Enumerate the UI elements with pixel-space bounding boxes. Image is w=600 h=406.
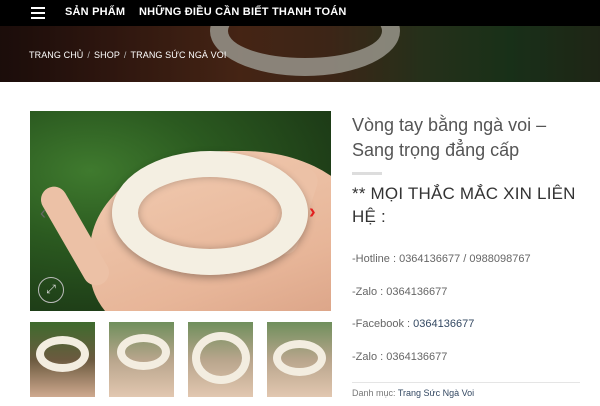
facebook-line: -Facebook : 0364136677 (352, 318, 474, 330)
breadcrumb: TRANG CHỦ / SHOP / TRANG SỨC NGÀ VOI (29, 50, 226, 60)
thumbnail-2[interactable] (109, 322, 174, 397)
contact-notice-heading: ** MỌI THẮC MẮC XIN LIÊN HỆ : (352, 182, 582, 228)
hamburger-menu-icon[interactable] (31, 7, 45, 19)
thumbnail-bangle (192, 332, 250, 384)
nav-item-nhung-dieu-can-biet[interactable]: NHỮNG ĐIỀU CẦN BIẾT (139, 6, 269, 18)
thumbnail-1[interactable] (30, 322, 95, 397)
thumbnail-4[interactable] (267, 322, 332, 397)
breadcrumb-home[interactable]: TRANG CHỦ (29, 50, 83, 60)
thumbnail-bangle (273, 340, 326, 376)
top-nav-bar: SẢN PHẨM NHỮNG ĐIỀU CẦN BIẾT THANH TOÁN (0, 0, 600, 26)
hotline-text: -Hotline : 0364136677 / 0988098767 (352, 253, 531, 265)
thumbnail-bangle (36, 336, 89, 372)
category-link[interactable]: Trang Sức Ngà Voi (398, 388, 474, 398)
breadcrumb-shop[interactable]: SHOP (94, 50, 120, 60)
breadcrumb-category[interactable]: TRANG SỨC NGÀ VOI (131, 50, 227, 60)
nav-item-thanh-toan[interactable]: THANH TOÁN (272, 6, 347, 18)
thumbnail-bangle (117, 334, 170, 370)
ivory-bangle-image (112, 151, 308, 275)
breadcrumb-separator: / (87, 50, 91, 60)
meta-divider (352, 382, 580, 383)
zalo-text-2: -Zalo : 0364136677 (352, 351, 448, 363)
product-category: Danh mục: Trang Sức Ngà Voi (352, 388, 474, 398)
gallery-prev-arrow-icon[interactable]: ‹ (40, 203, 46, 224)
nav-item-san-pham[interactable]: SẢN PHẨM (65, 6, 125, 18)
facebook-link[interactable]: 0364136677 (413, 318, 474, 330)
product-title-line1: Vòng tay bằng ngà voi – (352, 115, 547, 135)
thumbnail-strip (30, 322, 332, 397)
product-main-image[interactable]: ‹ › ⤢ (30, 111, 331, 311)
gallery-next-arrow-icon[interactable]: › (309, 201, 316, 224)
product-title: Vòng tay bằng ngà voi – Sang trọng đẳng … (352, 113, 582, 163)
breadcrumb-separator: / (123, 50, 127, 60)
zoom-expand-icon[interactable]: ⤢ (38, 277, 64, 303)
facebook-label: -Facebook : (352, 318, 414, 330)
product-info: Vòng tay bằng ngà voi – Sang trọng đẳng … (352, 113, 582, 228)
notice-line1: ** MỌI THẮC MẮC XIN LIÊN (352, 184, 576, 203)
zalo-text-1: -Zalo : 0364136677 (352, 286, 448, 298)
product-title-line2: Sang trọng đẳng cấp (352, 140, 520, 160)
title-divider (352, 172, 382, 175)
notice-line2: HỆ : (352, 207, 386, 226)
thumbnail-3[interactable] (188, 322, 253, 397)
category-label: Danh mục: (352, 388, 398, 398)
